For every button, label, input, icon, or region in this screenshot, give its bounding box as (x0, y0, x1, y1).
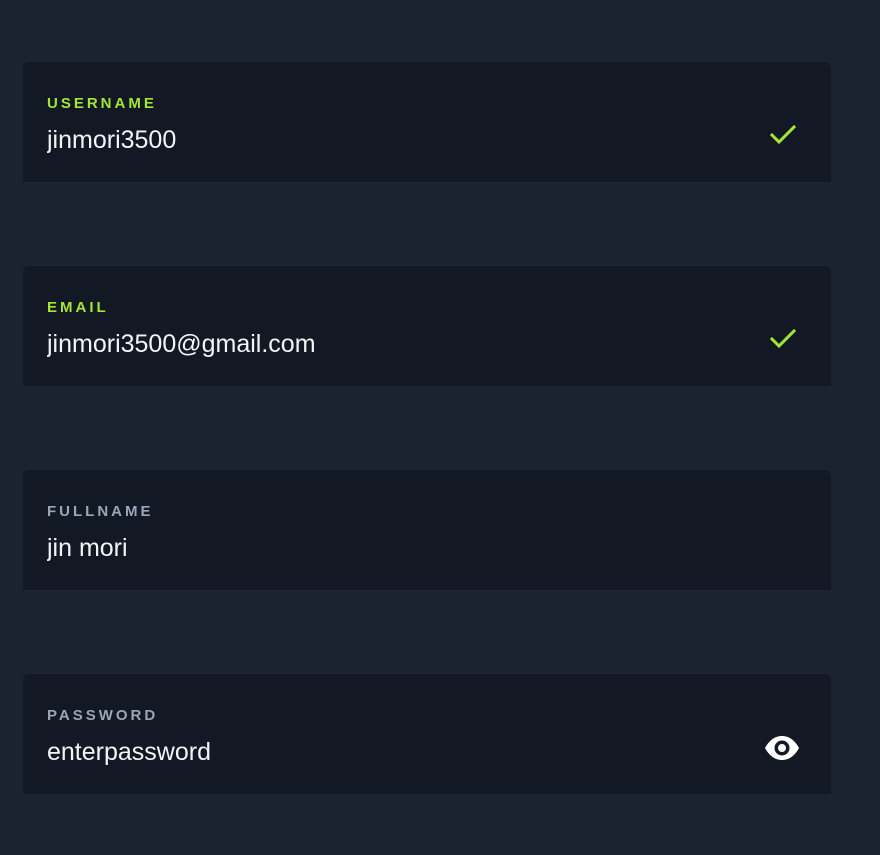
password-label: PASSWORD (47, 707, 159, 724)
password-input[interactable] (47, 734, 747, 770)
fullname-field[interactable]: FULLNAME (23, 470, 831, 590)
username-label: USERNAME (47, 95, 157, 112)
email-input[interactable] (47, 326, 747, 362)
fullname-input[interactable] (47, 530, 747, 566)
check-icon (770, 329, 796, 349)
password-field[interactable]: PASSWORD (23, 674, 831, 794)
username-field[interactable]: USERNAME (23, 62, 831, 182)
fullname-label: FULLNAME (47, 503, 154, 520)
check-icon (770, 125, 796, 145)
email-label: EMAIL (47, 299, 109, 316)
username-input[interactable] (47, 122, 747, 158)
email-field[interactable]: EMAIL (23, 266, 831, 386)
eye-icon[interactable] (764, 736, 800, 760)
